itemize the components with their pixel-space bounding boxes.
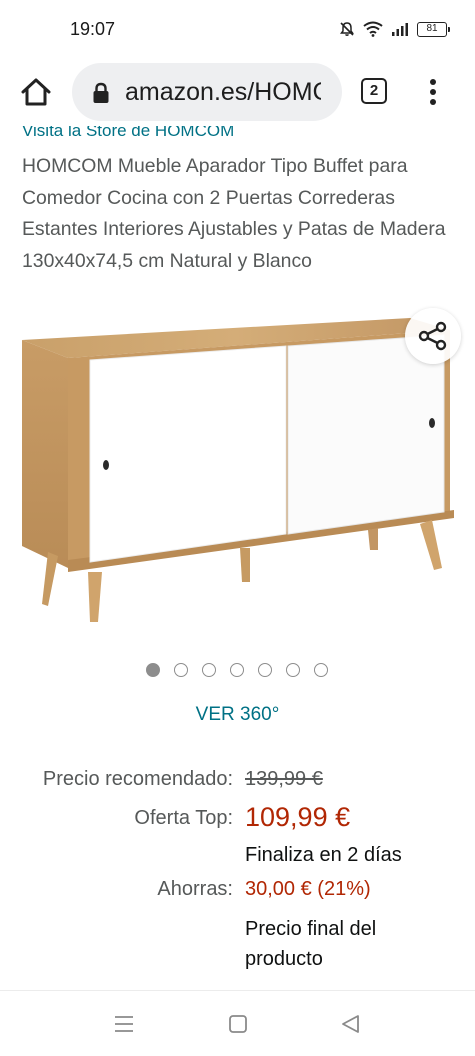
recommended-price-value: 139,99 €: [245, 768, 323, 790]
savings-value: 30,00 € (21%): [245, 878, 371, 900]
recommended-price-label: Precio recomendado:: [42, 768, 233, 790]
back-triangle-icon[interactable]: [338, 1011, 364, 1037]
offer-ends-text: Finaliza en 2 días: [245, 844, 402, 866]
store-link-label: Visita la Store de HOMCOM: [22, 126, 235, 140]
overflow-menu-icon[interactable]: [421, 76, 445, 108]
share-button[interactable]: [405, 308, 461, 364]
home-square-icon[interactable]: [225, 1011, 251, 1037]
offer-price-value: 109,99 €: [245, 802, 351, 832]
lock-icon: [93, 82, 109, 103]
image-carousel-dots: [146, 663, 328, 677]
status-icons: 81: [339, 21, 450, 37]
offer-price-label: Oferta Top:: [134, 807, 233, 829]
menu-icon[interactable]: [111, 1011, 137, 1037]
system-nav-bar: [0, 990, 475, 1056]
carousel-dot[interactable]: [286, 663, 300, 677]
browser-toolbar: amazon.es/HOMCOM 2: [0, 60, 475, 124]
signal-icon: [392, 23, 408, 36]
status-bar: 19:07 81: [0, 0, 475, 60]
store-link[interactable]: Visita la Store de HOMCOM: [22, 126, 234, 143]
carousel-dot[interactable]: [146, 663, 160, 677]
product-image[interactable]: [18, 310, 458, 635]
carousel-dot[interactable]: [202, 663, 216, 677]
address-bar[interactable]: amazon.es/HOMCOM: [72, 63, 342, 121]
carousel-dot[interactable]: [174, 663, 188, 677]
battery-icon: 81: [417, 21, 450, 37]
share-icon: [418, 321, 447, 351]
product-title: HOMCOM Mueble Aparador Tipo Buffet para …: [22, 155, 446, 272]
wifi-icon: [363, 21, 383, 37]
final-price-note: Precio final del producto: [245, 918, 377, 970]
carousel-dot[interactable]: [230, 663, 244, 677]
carousel-dot[interactable]: [258, 663, 272, 677]
tab-switcher-button[interactable]: 2: [361, 78, 387, 104]
status-time: 19:07: [70, 19, 116, 39]
url-text: amazon.es/HOMCOM: [125, 78, 321, 106]
view-360-link[interactable]: VER 360°: [0, 704, 475, 726]
savings-label: Ahorras:: [157, 878, 233, 900]
carousel-dot[interactable]: [314, 663, 328, 677]
home-icon[interactable]: [18, 74, 54, 110]
mute-bell-icon: [340, 22, 354, 36]
